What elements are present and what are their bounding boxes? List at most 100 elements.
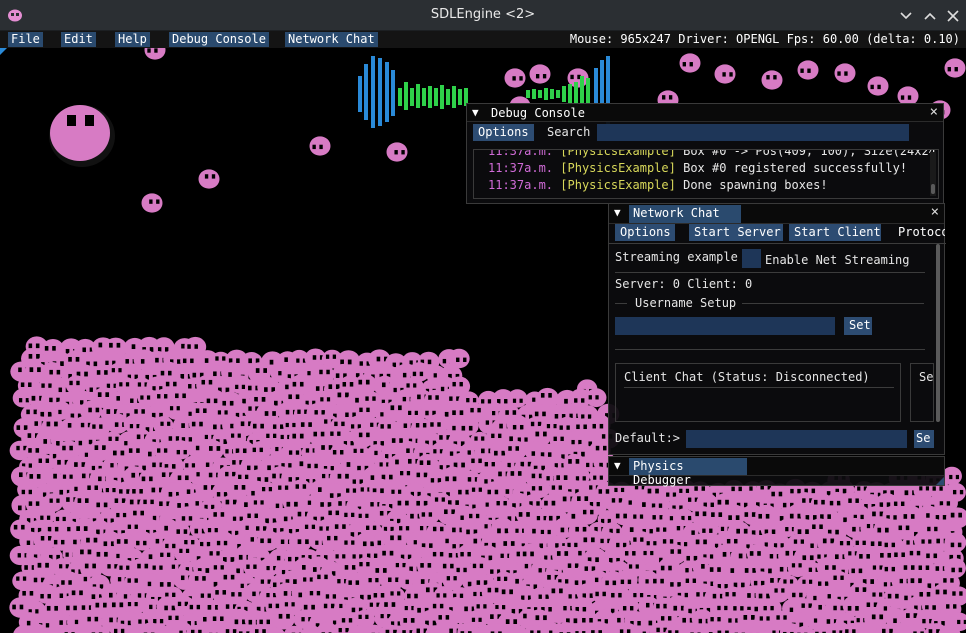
blob-sprite — [504, 68, 526, 88]
collapse-arrow-icon[interactable]: ▼ — [614, 206, 621, 219]
menu-bar: File Edit Help Debug Console Network Cha… — [0, 31, 966, 48]
equalizer-bar — [378, 58, 382, 126]
equalizer-bar — [526, 90, 530, 98]
resize-grip-icon[interactable] — [936, 477, 944, 485]
equalizer-bar — [422, 88, 426, 106]
equalizer-bar — [440, 85, 444, 109]
tab-options[interactable]: Options — [473, 124, 534, 141]
close-icon[interactable]: × — [930, 104, 938, 120]
net-streaming-label: Enable Net Streaming — [765, 253, 910, 267]
equalizer-bar — [556, 90, 560, 98]
menu-help[interactable]: Help — [115, 32, 150, 47]
blob-sprite — [944, 58, 966, 78]
equalizer-bar — [410, 88, 414, 106]
net-streaming-checkbox[interactable] — [742, 249, 761, 268]
equalizer-bar — [398, 88, 402, 106]
collapse-arrow-icon[interactable]: ▼ — [614, 459, 621, 472]
blob-sprite — [386, 142, 408, 162]
log-region[interactable]: 11:37a.m. [PhysicsExample] Box #0 -> Pos… — [473, 149, 939, 199]
streaming-label: Streaming example — [615, 250, 738, 264]
equalizer-bar — [371, 56, 375, 128]
options-button[interactable]: Options — [615, 224, 675, 241]
username-input[interactable] — [615, 317, 835, 335]
network-chat-title: Network Chat — [629, 205, 741, 223]
equalizer-bar — [391, 70, 395, 116]
blob-sprite — [144, 48, 166, 60]
blob-sprite — [141, 193, 163, 213]
divider — [624, 387, 894, 388]
network-chat-scrollbar[interactable] — [935, 244, 941, 454]
debug-console-title: Debug Console — [491, 106, 585, 120]
blob-sprite — [585, 388, 607, 408]
status-readout: Mouse: 965x247 Driver: OPENGL Fps: 60.00… — [569, 32, 960, 46]
send-button[interactable]: Se — [914, 430, 934, 448]
equalizer-bar — [416, 84, 420, 108]
collapse-arrow-icon[interactable]: ▼ — [472, 106, 479, 119]
menu-debug-console[interactable]: Debug Console — [169, 32, 269, 47]
menu-edit[interactable]: Edit — [61, 32, 96, 47]
close-icon[interactable]: × — [931, 204, 939, 220]
blob-sprite — [797, 60, 819, 80]
equalizer-bar — [446, 89, 450, 105]
set-username-button[interactable]: Set — [844, 317, 872, 335]
equalizer-bar — [364, 64, 368, 120]
blob-sprite — [198, 169, 220, 189]
protocol-button[interactable]: Protoco — [893, 224, 945, 241]
equalizer-bar — [544, 88, 548, 100]
equalizer-bar — [434, 88, 438, 106]
equalizer-bar — [568, 84, 572, 104]
close-icon[interactable] — [943, 6, 963, 26]
blob-sprite — [867, 76, 889, 96]
equalizer-bar — [458, 89, 462, 105]
equalizer-bar — [538, 90, 542, 98]
divider — [615, 272, 925, 273]
network-chat-window[interactable]: ▼ Network Chat × Options Start Server St… — [608, 203, 946, 455]
chevron-up-icon[interactable] — [920, 6, 940, 26]
equalizer-bar — [358, 76, 362, 112]
physics-debugger-window[interactable]: ▼ Physics Debugger — [608, 456, 945, 487]
blob-sprite — [309, 136, 331, 156]
client-chat-status: Client Chat (Status: Disconnected) — [624, 370, 870, 384]
search-input[interactable] — [597, 124, 909, 141]
equalizer-bar — [452, 86, 456, 108]
equalizer-bar — [385, 62, 389, 122]
log-line: 11:37a.m. [PhysicsExample] Box #0 regist… — [488, 161, 908, 175]
blob-sprite — [761, 70, 783, 90]
equalizer-bar — [532, 89, 536, 99]
window-titlebar[interactable]: SDLEngine <2> — [0, 0, 966, 31]
start-client-button[interactable]: Start Client — [789, 224, 881, 241]
blob-sprite — [834, 63, 856, 83]
network-chat-titlebar[interactable]: ▼ Network Chat × — [609, 204, 944, 224]
equalizer-bar — [550, 89, 554, 99]
tab-search[interactable]: Search — [547, 125, 590, 139]
toolbar-divider — [609, 243, 946, 244]
debug-console-titlebar[interactable]: ▼ Debug Console × — [467, 104, 943, 122]
debug-console-window[interactable]: ▼ Debug Console × Options Search 11:37a.… — [466, 103, 944, 204]
server-client-count: Server: 0 Client: 0 — [615, 277, 753, 291]
corner-grip-icon — [0, 48, 7, 55]
player-blob-sprite — [49, 105, 115, 167]
chevron-down-icon[interactable] — [896, 6, 916, 26]
side-panel[interactable]: Se — [910, 363, 934, 422]
divider — [742, 303, 924, 304]
divider — [615, 349, 925, 350]
blob-sprite — [529, 64, 551, 84]
window-title: SDLEngine <2> — [430, 7, 536, 22]
log-line: 11:37a.m. [PhysicsExample] Done spawning… — [488, 178, 828, 192]
equalizer-bar — [562, 86, 566, 102]
menu-file[interactable]: File — [8, 32, 43, 47]
log-scrollbar[interactable] — [930, 152, 936, 196]
blob-sprite — [679, 53, 701, 73]
client-chat-panel[interactable]: Client Chat (Status: Disconnected) — [615, 363, 901, 422]
log-line: 11:37a.m. [PhysicsExample] Box #0 -> Pos… — [488, 149, 939, 158]
divider — [615, 303, 627, 304]
side-panel-label: Se — [919, 370, 934, 384]
start-server-button[interactable]: Start Server — [689, 224, 783, 241]
physics-debugger-titlebar[interactable]: ▼ Physics Debugger — [609, 457, 944, 487]
chat-input-label: Default:> — [615, 431, 681, 445]
blob-sprite — [507, 389, 528, 408]
chat-input[interactable] — [686, 430, 907, 448]
menu-network-chat[interactable]: Network Chat — [285, 32, 378, 47]
equalizer-bar — [428, 86, 432, 108]
blob-sprite — [714, 64, 736, 84]
